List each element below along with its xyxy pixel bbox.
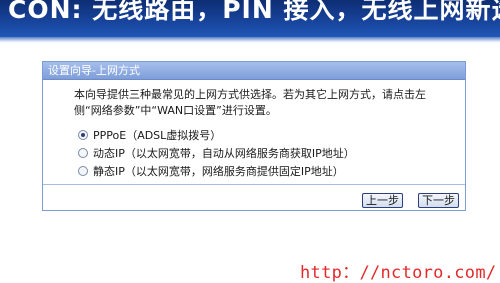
watermark-url: http：//nctoro.com/ xyxy=(300,263,497,283)
option-pppoe[interactable]: PPPoE（ADSL虚拟拨号） xyxy=(78,128,221,142)
wizard-description: 本向导提供三种最常见的上网方式供选择。若为其它上网方式，请点击左侧“网络参数”中… xyxy=(74,88,426,117)
prev-button[interactable]: 上一步 xyxy=(362,193,403,208)
option-pppoe-label: PPPoE（ADSL虚拟拨号） xyxy=(93,129,222,142)
radio-dynamic-ip[interactable] xyxy=(78,148,88,158)
banner-slogan: CON: 无线路由，PIN 接入，无线上网新选择 xyxy=(8,0,500,24)
wizard-panel: 设置向导-上网方式 本向导提供三种最常见的上网方式供选择。若为其它上网方式，请点… xyxy=(42,61,466,211)
header-banner: CON: 无线路由，PIN 接入，无线上网新选择 xyxy=(0,0,500,37)
radio-static-ip[interactable] xyxy=(78,166,88,176)
panel-separator xyxy=(43,184,465,185)
wizard-title: 设置向导-上网方式 xyxy=(43,62,465,80)
option-static-ip-label: 静态IP（以太网宽带，网络服务商提供固定IP地址） xyxy=(93,165,344,178)
option-static-ip[interactable]: 静态IP（以太网宽带，网络服务商提供固定IP地址） xyxy=(78,164,344,178)
banner-gradient-strip xyxy=(0,37,500,43)
radio-pppoe[interactable] xyxy=(78,130,88,140)
next-button[interactable]: 下一步 xyxy=(418,193,459,208)
option-dynamic-ip[interactable]: 动态IP（以太网宽带，自动从网络服务商获取IP地址） xyxy=(78,146,355,160)
option-dynamic-ip-label: 动态IP（以太网宽带，自动从网络服务商获取IP地址） xyxy=(93,147,355,160)
